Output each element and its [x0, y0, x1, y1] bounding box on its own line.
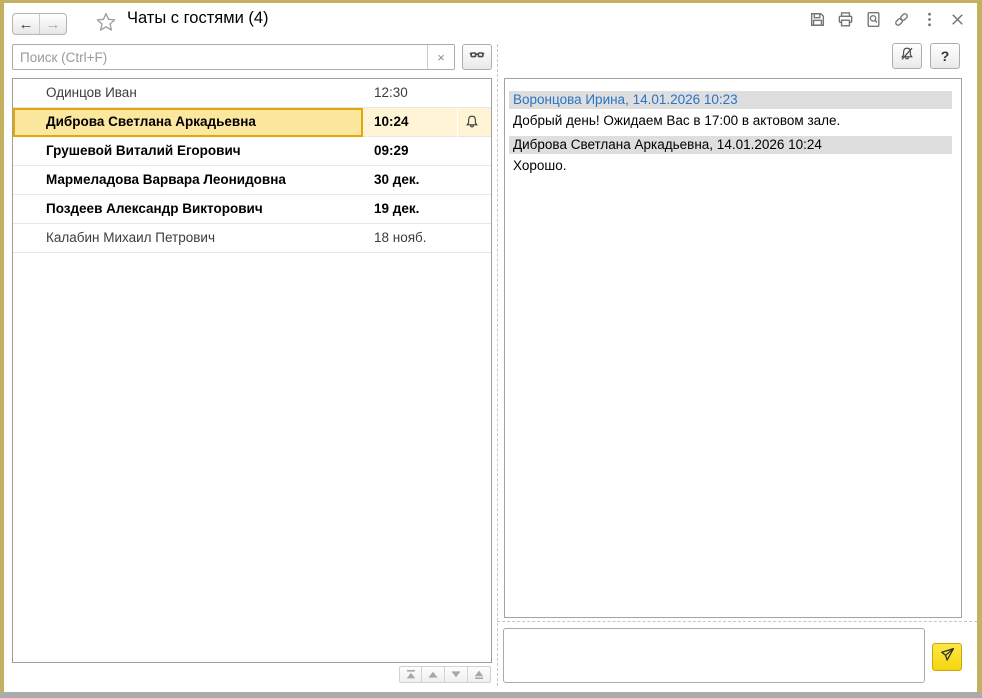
- window-border-left: [0, 0, 4, 692]
- message-header: Воронцова Ирина, 14.01.2026 10:23: [509, 91, 952, 109]
- search-clear-icon[interactable]: ×: [427, 45, 454, 69]
- scroll-up-button[interactable]: [422, 666, 445, 683]
- message-list: Воронцова Ирина, 14.01.2026 10:23 Добрый …: [509, 91, 957, 174]
- link-icon[interactable]: [893, 11, 910, 28]
- window-border-right: [977, 0, 982, 692]
- search-input[interactable]: [13, 45, 427, 69]
- scroll-down-button[interactable]: [445, 666, 468, 683]
- back-button[interactable]: ←: [13, 14, 40, 34]
- conversation-panel[interactable]: Воронцова Ирина, 14.01.2026 10:23 Добрый …: [504, 78, 962, 618]
- forward-button[interactable]: →: [40, 14, 66, 34]
- chat-last-time: 12:30: [374, 85, 408, 100]
- chat-list-row[interactable]: Мармеладова Варвара Леонидовна 30 дек.: [13, 166, 491, 195]
- history-nav-group: ← →: [12, 13, 67, 35]
- message-text: Добрый день! Ожидаем Вас в 17:00 в актов…: [513, 113, 841, 128]
- save-icon[interactable]: [809, 11, 826, 28]
- chat-last-time: 18 нояб.: [374, 230, 427, 245]
- preview-icon[interactable]: [865, 11, 882, 28]
- chat-contact-name: Грушевой Виталий Егорович: [46, 143, 241, 158]
- scroll-to-bottom-button[interactable]: [468, 666, 491, 683]
- message-input[interactable]: [503, 628, 925, 683]
- window-border-top: [0, 0, 982, 3]
- chat-list-row[interactable]: Грушевой Виталий Егорович 09:29: [13, 137, 491, 166]
- more-icon[interactable]: [921, 11, 938, 28]
- chat-contact-name: Поздеев Александр Викторович: [46, 201, 263, 216]
- chat-list-rows: Одинцов Иван 12:30 Диброва Светлана Аркадь…: [13, 79, 491, 253]
- chat-last-time: 09:29: [374, 143, 409, 158]
- message-header: Диброва Светлана Аркадьевна, 14.01.2026 …: [509, 136, 952, 154]
- chat-last-time: 10:24: [374, 114, 409, 129]
- list-nav-toolbar: [399, 666, 491, 683]
- chat-list: Одинцов Иван 12:30 Диброва Светлана Аркадь…: [12, 78, 492, 663]
- chat-list-row[interactable]: Калабин Михаил Петрович 18 нояб.: [13, 224, 491, 253]
- glasses-icon: [469, 47, 485, 68]
- window-resize-bar[interactable]: [0, 692, 982, 698]
- help-button[interactable]: ?: [930, 43, 960, 69]
- search-box: ×: [12, 44, 455, 70]
- panel-splitter-vertical[interactable]: [497, 44, 498, 686]
- message-text: Хорошо.: [513, 158, 567, 173]
- mute-notifications-button[interactable]: [892, 43, 922, 69]
- close-icon[interactable]: [949, 11, 966, 28]
- bell-muted-icon: [899, 46, 915, 67]
- chat-last-time: 19 дек.: [374, 201, 420, 216]
- panel-splitter-horizontal[interactable]: [497, 621, 977, 622]
- chat-contact-name: Диброва Светлана Аркадьевна: [46, 114, 256, 129]
- chat-list-row[interactable]: Диброва Светлана Аркадьевна 10:24: [13, 108, 491, 137]
- chat-last-time: 30 дек.: [374, 172, 420, 187]
- scroll-to-top-button[interactable]: [399, 666, 422, 683]
- cell-divider: [457, 108, 458, 137]
- advanced-search-button[interactable]: [462, 44, 492, 70]
- print-icon[interactable]: [837, 11, 854, 28]
- chat-contact-name: Калабин Михаил Петрович: [46, 230, 216, 245]
- page-title: Чаты с гостями (4): [127, 9, 269, 27]
- bell-icon: [464, 114, 480, 130]
- chat-list-row[interactable]: Одинцов Иван 12:30: [13, 79, 491, 108]
- chat-contact-name: Одинцов Иван: [46, 85, 137, 100]
- send-button[interactable]: [932, 643, 962, 671]
- chat-list-row[interactable]: Поздеев Александр Викторович 19 дек.: [13, 195, 491, 224]
- chat-contact-name: Мармеладова Варвара Леонидовна: [46, 172, 286, 187]
- favorite-star-icon[interactable]: [96, 12, 116, 32]
- send-icon: [939, 646, 956, 668]
